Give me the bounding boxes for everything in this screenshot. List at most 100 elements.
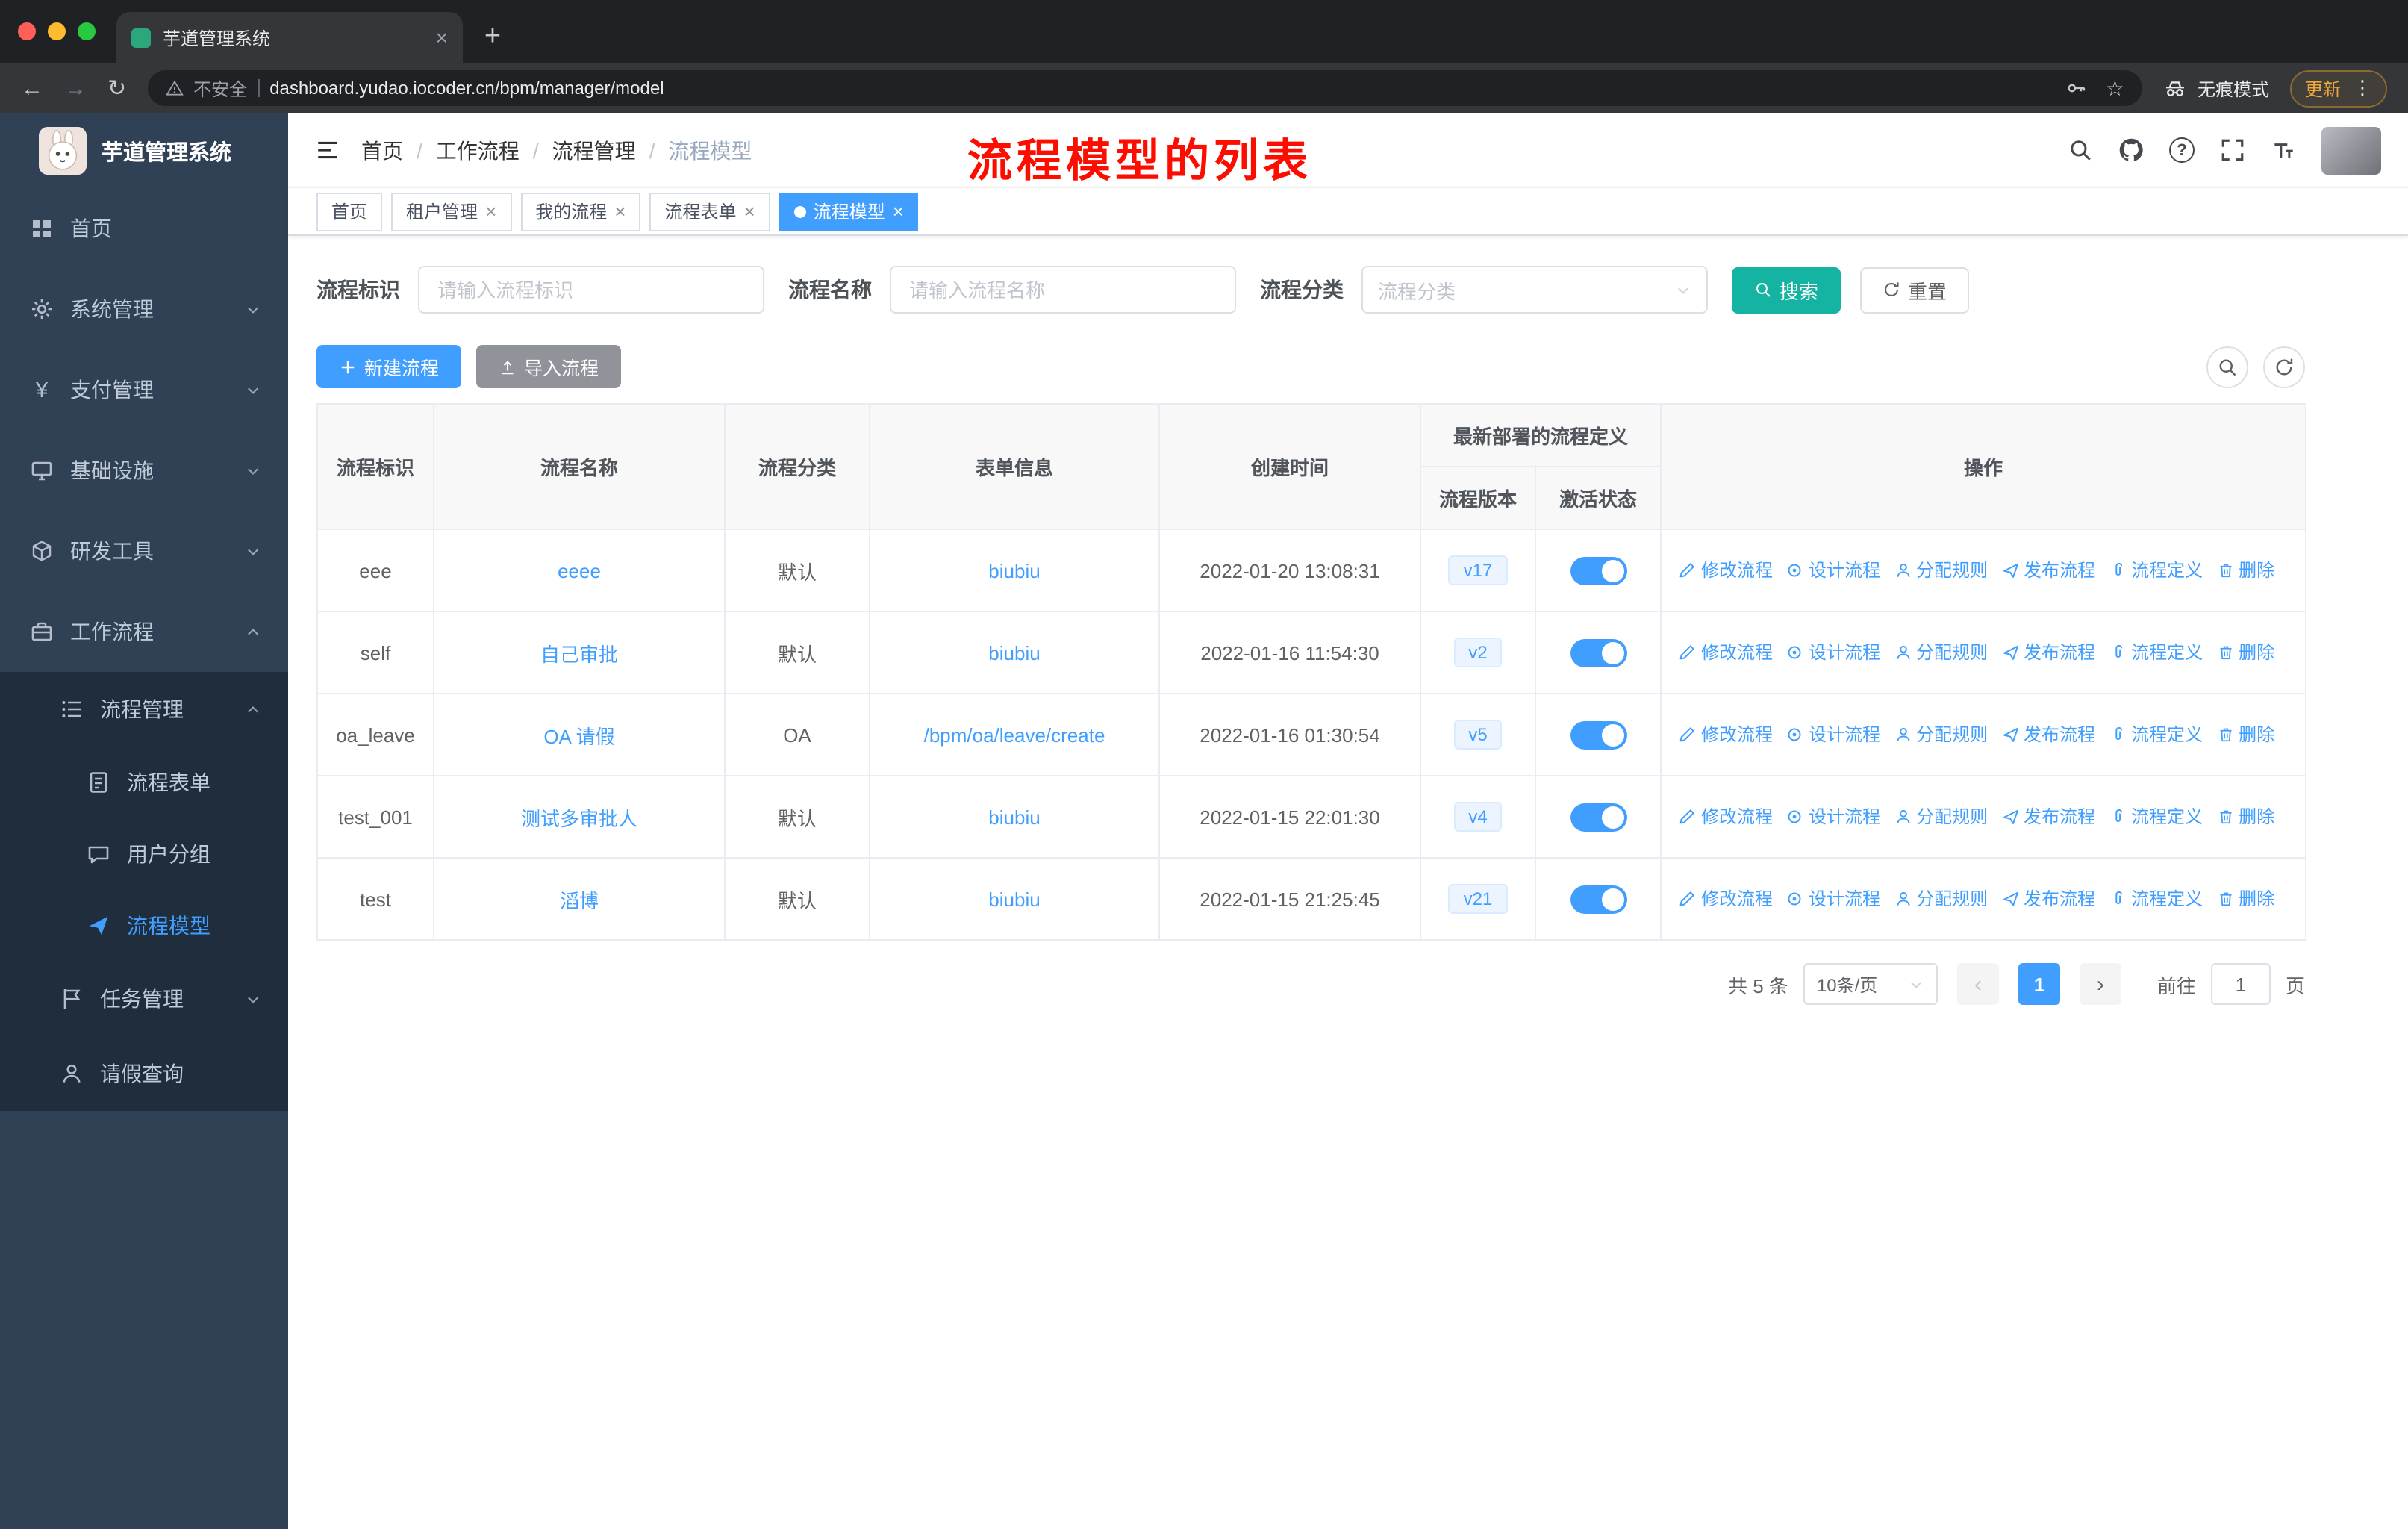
sidebar-item-workflow[interactable]: 工作流程 bbox=[0, 591, 288, 672]
sidebar-item-home[interactable]: 首页 bbox=[0, 188, 288, 269]
form-info-link[interactable]: biubiu bbox=[988, 888, 1040, 910]
delete-action[interactable]: 删除 bbox=[2216, 886, 2274, 912]
prev-page-button[interactable]: ‹ bbox=[1956, 963, 1999, 1005]
design-process-action[interactable]: 设计流程 bbox=[1786, 804, 1880, 829]
create-process-button[interactable]: 新建流程 bbox=[316, 345, 462, 388]
sidebar-item-dev-tools[interactable]: 研发工具 bbox=[0, 511, 288, 591]
github-icon[interactable] bbox=[2118, 137, 2144, 163]
page-size-select[interactable]: 10条/页 bbox=[1803, 963, 1938, 1005]
publish-process-action[interactable]: 发布流程 bbox=[2001, 722, 2095, 747]
form-info-link[interactable]: /bpm/oa/leave/create bbox=[924, 723, 1105, 746]
breadcrumb-workflow[interactable]: 工作流程 bbox=[436, 135, 520, 165]
minimize-window-button[interactable] bbox=[48, 22, 66, 40]
breadcrumb-process-management[interactable]: 流程管理 bbox=[552, 135, 636, 165]
tag-process-form[interactable]: 流程表单 × bbox=[649, 192, 770, 231]
design-process-action[interactable]: 设计流程 bbox=[1786, 722, 1880, 747]
assign-rules-action[interactable]: 分配规则 bbox=[1894, 722, 1988, 747]
process-name-input[interactable] bbox=[890, 266, 1236, 314]
process-definition-action[interactable]: 流程定义 bbox=[2109, 722, 2203, 747]
sidebar-item-process-management[interactable]: 流程管理 bbox=[0, 672, 288, 747]
active-toggle[interactable] bbox=[1570, 885, 1626, 913]
assign-rules-action[interactable]: 分配规则 bbox=[1894, 886, 1988, 912]
process-name-link[interactable]: 测试多审批人 bbox=[521, 807, 637, 829]
close-window-button[interactable] bbox=[18, 22, 36, 40]
assign-rules-action[interactable]: 分配规则 bbox=[1894, 640, 1988, 665]
goto-page-input[interactable] bbox=[2210, 963, 2271, 1005]
publish-process-action[interactable]: 发布流程 bbox=[2001, 804, 2095, 829]
publish-process-action[interactable]: 发布流程 bbox=[2001, 558, 2095, 583]
help-icon[interactable]: ? bbox=[2169, 137, 2195, 163]
process-key-input[interactable] bbox=[418, 266, 764, 314]
toggle-search-button[interactable] bbox=[2206, 346, 2248, 387]
form-info-link[interactable]: biubiu bbox=[988, 559, 1040, 582]
maximize-window-button[interactable] bbox=[78, 22, 96, 40]
sidebar-item-system[interactable]: 系统管理 bbox=[0, 269, 288, 349]
browser-tab[interactable]: 芋道管理系统 × bbox=[116, 12, 463, 63]
close-icon[interactable]: × bbox=[485, 200, 496, 222]
reset-button[interactable]: 重置 bbox=[1860, 267, 1970, 313]
sidebar-item-infrastructure[interactable]: 基础设施 bbox=[0, 430, 288, 511]
close-icon[interactable]: × bbox=[614, 200, 626, 222]
search-button[interactable]: 搜索 bbox=[1732, 267, 1841, 313]
delete-action[interactable]: 删除 bbox=[2216, 804, 2274, 829]
assign-rules-action[interactable]: 分配规则 bbox=[1894, 804, 1988, 829]
process-name-link[interactable]: 自己审批 bbox=[540, 643, 618, 665]
delete-action[interactable]: 删除 bbox=[2216, 558, 2274, 583]
sidebar-item-leave-query[interactable]: 请假查询 bbox=[0, 1036, 288, 1111]
update-button[interactable]: 更新 ⋮ bbox=[2289, 69, 2387, 107]
modify-process-action[interactable]: 修改流程 bbox=[1679, 722, 1773, 747]
bookmark-star-icon[interactable]: ☆ bbox=[2106, 75, 2124, 101]
design-process-action[interactable]: 设计流程 bbox=[1786, 558, 1880, 583]
next-page-button[interactable]: › bbox=[2079, 963, 2121, 1005]
publish-process-action[interactable]: 发布流程 bbox=[2001, 640, 2095, 665]
font-size-icon[interactable] bbox=[2271, 137, 2296, 163]
form-info-link[interactable]: biubiu bbox=[988, 641, 1040, 664]
process-definition-action[interactable]: 流程定义 bbox=[2109, 804, 2203, 829]
active-toggle[interactable] bbox=[1570, 556, 1626, 585]
sidebar-item-payment[interactable]: ¥ 支付管理 bbox=[0, 349, 288, 430]
design-process-action[interactable]: 设计流程 bbox=[1786, 886, 1880, 912]
reload-button[interactable]: ↻ bbox=[107, 77, 126, 99]
active-toggle[interactable] bbox=[1570, 720, 1626, 749]
delete-action[interactable]: 删除 bbox=[2216, 640, 2274, 665]
sidebar-item-process-model[interactable]: 流程模型 bbox=[0, 890, 288, 962]
close-icon[interactable]: × bbox=[893, 200, 904, 222]
tab-close-icon[interactable]: × bbox=[436, 25, 448, 49]
modify-process-action[interactable]: 修改流程 bbox=[1679, 804, 1773, 829]
modify-process-action[interactable]: 修改流程 bbox=[1679, 558, 1773, 583]
tag-my-process[interactable]: 我的流程 × bbox=[520, 192, 641, 231]
address-bar[interactable]: 不安全 dashboard.yudao.iocoder.cn/bpm/manag… bbox=[147, 70, 2142, 106]
sidebar-collapse-icon[interactable] bbox=[315, 137, 340, 163]
browser-menu-icon[interactable]: ⋮ bbox=[2353, 76, 2372, 100]
sidebar-item-user-group[interactable]: 用户分组 bbox=[0, 818, 288, 890]
delete-action[interactable]: 删除 bbox=[2216, 722, 2274, 747]
process-name-link[interactable]: 滔博 bbox=[560, 889, 599, 912]
process-definition-action[interactable]: 流程定义 bbox=[2109, 886, 2203, 912]
tag-tenant-management[interactable]: 租户管理 × bbox=[391, 192, 512, 231]
process-definition-action[interactable]: 流程定义 bbox=[2109, 558, 2203, 583]
form-info-link[interactable]: biubiu bbox=[988, 806, 1040, 828]
active-toggle[interactable] bbox=[1570, 803, 1626, 831]
process-name-link[interactable]: eeee bbox=[558, 559, 601, 582]
close-icon[interactable]: × bbox=[744, 200, 755, 222]
user-avatar[interactable] bbox=[2321, 126, 2381, 174]
current-page-button[interactable]: 1 bbox=[2018, 963, 2060, 1005]
process-definition-action[interactable]: 流程定义 bbox=[2109, 640, 2203, 665]
fullscreen-icon[interactable] bbox=[2220, 137, 2245, 163]
modify-process-action[interactable]: 修改流程 bbox=[1679, 886, 1773, 912]
design-process-action[interactable]: 设计流程 bbox=[1786, 640, 1880, 665]
key-icon[interactable] bbox=[2067, 78, 2088, 99]
publish-process-action[interactable]: 发布流程 bbox=[2001, 886, 2095, 912]
active-toggle[interactable] bbox=[1570, 638, 1626, 667]
tag-process-model[interactable]: 流程模型 × bbox=[779, 192, 919, 231]
breadcrumb-home[interactable]: 首页 bbox=[361, 135, 403, 165]
assign-rules-action[interactable]: 分配规则 bbox=[1894, 558, 1988, 583]
back-button[interactable]: ← bbox=[21, 77, 43, 99]
process-name-link[interactable]: OA 请假 bbox=[543, 725, 614, 747]
sidebar-item-process-form[interactable]: 流程表单 bbox=[0, 747, 288, 818]
import-process-button[interactable]: 导入流程 bbox=[476, 345, 622, 388]
forward-button[interactable]: → bbox=[64, 77, 87, 99]
category-select[interactable]: 流程分类 bbox=[1361, 266, 1708, 314]
tag-home[interactable]: 首页 bbox=[316, 192, 383, 231]
refresh-table-button[interactable] bbox=[2263, 346, 2305, 387]
